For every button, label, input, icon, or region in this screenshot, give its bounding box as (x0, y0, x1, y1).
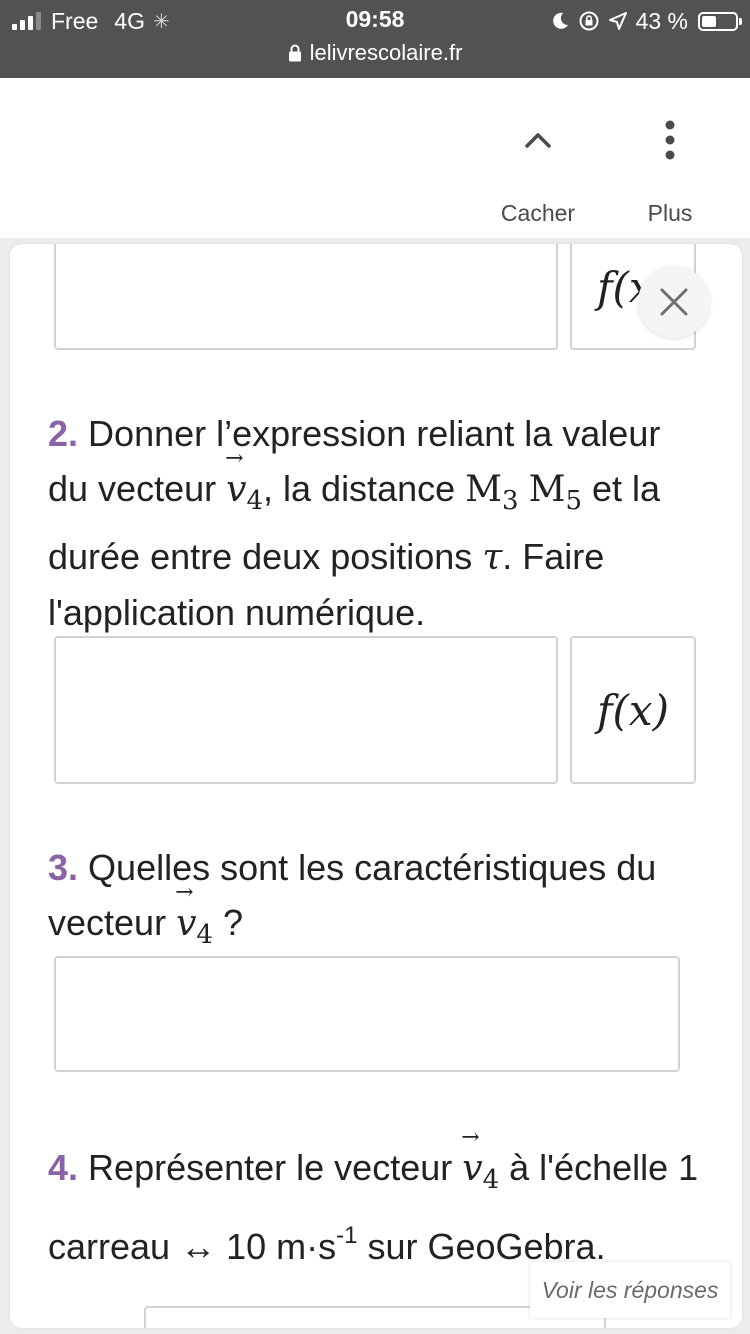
answer-field-q2[interactable] (54, 636, 558, 784)
more-button[interactable]: Plus (610, 118, 730, 227)
battery-percent: 43 % (635, 7, 688, 34)
address-bar[interactable]: lelivrescolaire.fr (0, 40, 750, 66)
question-number: 3. (48, 847, 79, 888)
lock-icon (288, 44, 301, 62)
question-text: Quelles sont les caractéristiques du vec… (48, 847, 657, 943)
question-number: 4. (48, 1147, 79, 1188)
more-label: Plus (647, 200, 693, 226)
close-button[interactable] (638, 266, 710, 338)
answer-field-q1[interactable] (54, 244, 558, 350)
more-vertical-icon (610, 118, 730, 162)
battery-icon (698, 11, 742, 31)
see-answers-button[interactable]: Voir les réponses (530, 1262, 730, 1318)
vector-arrow-icon: → (461, 1125, 480, 1150)
url-text: lelivrescolaire.fr (309, 40, 463, 65)
answer-field-q3[interactable] (54, 956, 680, 1072)
formula-button-q2[interactable]: f(x) (570, 636, 696, 784)
exercise-sheet: f(x) 2. Donner l’expression reliant la v… (10, 244, 742, 1328)
question-2: 2. Donner l’expression reliant la valeur… (48, 413, 661, 633)
vector-v4: → v (175, 880, 197, 945)
status-right: 43 % (550, 6, 742, 36)
question-number: 2. (48, 413, 79, 454)
status-bar: Free 4G ✳ 09:58 43 % lelivrescolaire.fr (0, 0, 750, 78)
vector-v4: → v (461, 1125, 483, 1190)
tau-symbol: τ (482, 537, 503, 578)
chevron-up-icon (478, 118, 598, 162)
hide-label: Cacher (500, 200, 576, 226)
vector-arrow-icon: → (225, 446, 244, 471)
hide-button[interactable]: Cacher (478, 118, 598, 227)
vector-v4: → v (225, 446, 247, 511)
vector-arrow-icon: → (175, 880, 194, 905)
point-m5: M5 (528, 469, 583, 516)
page-toolbar: Cacher Plus (0, 78, 750, 238)
question-3: 3. Quelles sont les caractéristiques du … (48, 847, 657, 950)
location-arrow-icon (608, 12, 627, 30)
close-icon (660, 288, 688, 316)
question-4: 4. Représenter le vecteur → v4 à l'échell… (48, 1125, 699, 1268)
formula-label: f(x) (596, 685, 669, 735)
rotation-lock-icon (579, 11, 599, 31)
question-text: Représenter le vecteur (88, 1147, 453, 1188)
point-m3: M3 (465, 469, 519, 516)
moon-icon (552, 12, 568, 29)
